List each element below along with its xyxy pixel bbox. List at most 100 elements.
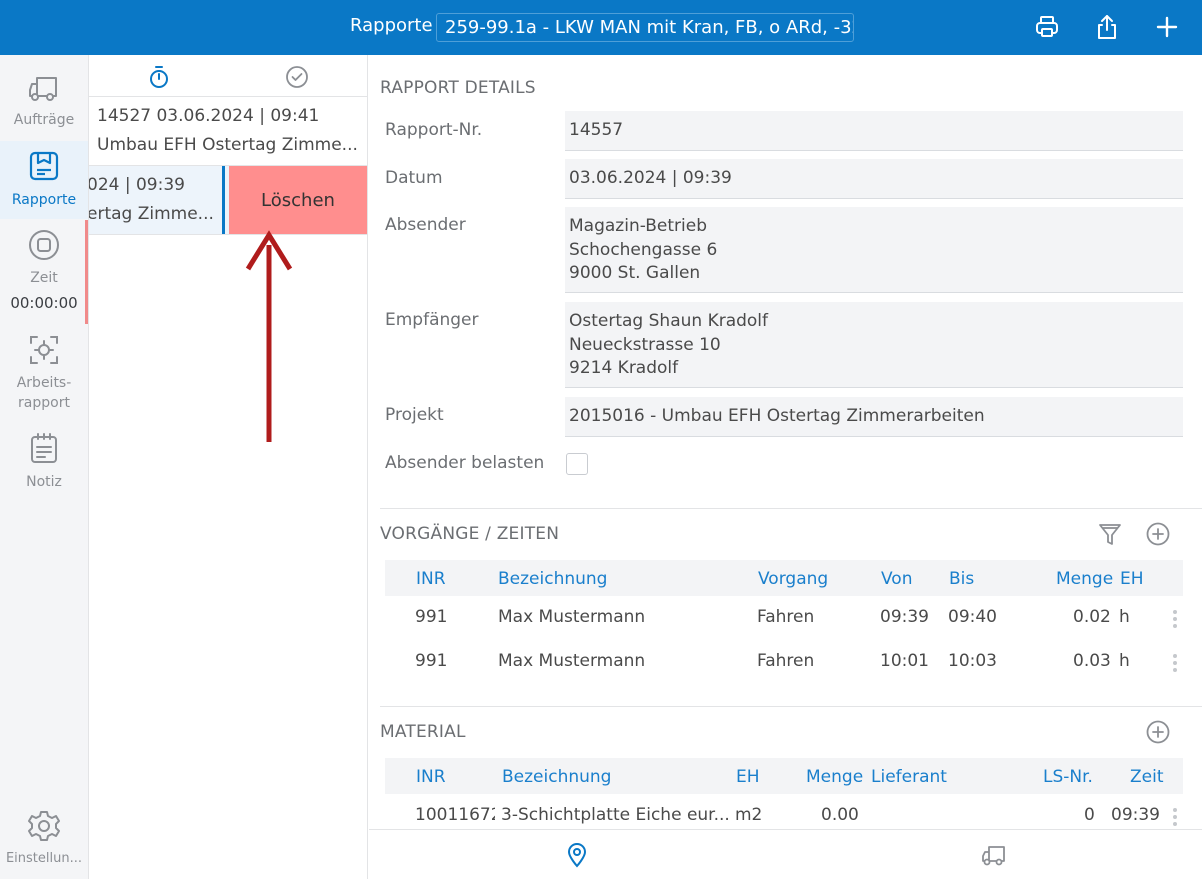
cell-bezeichnung: Max Mustermann [498, 607, 646, 627]
cell-eh: m2 [735, 805, 763, 825]
cell-eh: h [1119, 651, 1130, 671]
field-absender[interactable]: Magazin-Betrieb Schochengasse 6 9000 St.… [565, 207, 1183, 293]
row-menu-icon[interactable] [1173, 654, 1177, 675]
cell-vorgang: Fahren [757, 651, 815, 671]
truck-icon[interactable] [981, 842, 1007, 868]
table-header-material: INR Bezeichnung EH Menge Lieferant LS-Nr… [385, 758, 1183, 794]
table-row[interactable]: 991 Max Mustermann Fahren 09:39 09:40 0.… [385, 598, 1183, 642]
row-menu-icon[interactable] [1173, 808, 1177, 829]
table-header-vorgaenge: INR Bezeichnung Vorgang Von Bis Menge EH [385, 560, 1183, 596]
sidebar-item-einstellungen[interactable]: Einstellun... [0, 809, 88, 873]
list-item-number-date: 14527 03.06.2024 | 09:41 [97, 106, 320, 126]
add-circle-icon[interactable] [1145, 719, 1171, 745]
col-vorgang: Vorgang [758, 569, 829, 589]
sidebar-item-notiz[interactable]: Notiz [0, 431, 88, 495]
bottom-bar [369, 829, 1202, 879]
col-ls-nr: LS-Nr. [1043, 767, 1093, 787]
col-inr: INR [416, 569, 446, 589]
annotation-arrow [244, 227, 294, 442]
absender-line: 9000 St. Gallen [569, 263, 701, 283]
add-icon[interactable] [1154, 13, 1180, 41]
gear-icon [28, 811, 60, 841]
field-datum[interactable]: 03.06.2024 | 09:39 [565, 159, 1183, 199]
col-bezeichnung: Bezeichnung [502, 767, 612, 787]
cell-bis: 09:40 [948, 607, 997, 627]
cell-eh: h [1119, 607, 1130, 627]
list-item-project: Umbau EFH Ostertag Zimme... [97, 135, 358, 155]
cell-inr: 991 [415, 607, 448, 627]
stop-timer-icon [29, 230, 59, 260]
sidebar: Aufträge Rapporte Zeit 00:00:00 Arbeits-… [0, 55, 89, 879]
section-title-vorgaenge: VORGÄNGE / ZEITEN [380, 524, 560, 544]
stopwatch-tab-icon[interactable] [147, 65, 171, 89]
sidebar-item-zeit[interactable]: Zeit 00:00:00 [0, 229, 88, 319]
col-menge: Menge [1056, 569, 1114, 589]
truck-icon [29, 77, 57, 101]
check-circle-tab-icon[interactable] [285, 65, 309, 89]
cell-bezeichnung: Max Mustermann [498, 651, 646, 671]
col-eh: EH [1120, 569, 1144, 589]
add-circle-icon[interactable] [1145, 521, 1171, 547]
col-eh: EH [736, 767, 760, 787]
list-tabs [89, 55, 367, 97]
field-rapport-nr[interactable]: 14557 [565, 111, 1183, 151]
absender-line: Magazin-Betrieb [569, 216, 707, 236]
sidebar-item-rapporte[interactable]: Rapporte [0, 141, 88, 219]
table-row[interactable]: 10011672! 3-Schichtplatte Eiche eur... m… [385, 796, 1183, 829]
field-projekt[interactable]: 2015016 - Umbau EFH Ostertag Zimmerarbei… [565, 397, 1183, 437]
empfaenger-line: 9214 Kradolf [569, 358, 679, 378]
sidebar-item-arbeitsrapport[interactable]: Arbeits- rapport [0, 333, 88, 419]
print-icon[interactable] [1034, 13, 1060, 41]
sidebar-item-auftraege[interactable]: Aufträge [0, 71, 88, 141]
empfaenger-line: Neueckstrasse 10 [569, 334, 721, 355]
sidebar-label-arbeitsrapport: Arbeits- rapport [16, 375, 72, 411]
scan-target-icon [30, 336, 58, 364]
cell-menge: 0.03 [1073, 651, 1111, 671]
cell-von: 09:39 [880, 607, 929, 627]
list-item-project: ertag Zimme... [89, 204, 214, 224]
cell-vorgang: Fahren [757, 607, 815, 627]
section-title-material: MATERIAL [380, 722, 466, 742]
delete-button[interactable]: Löschen [229, 166, 367, 234]
app-header: Rapporte 259-99.1a - LKW MAN mit Kran, F… [0, 0, 1202, 55]
label-rapport-nr: Rapport-Nr. [385, 120, 483, 140]
divider [380, 508, 1202, 509]
cell-zeit: 09:39 [1111, 805, 1160, 825]
field-empfaenger[interactable]: Ostertag Shaun Kradolf Neueckstrasse 10 … [565, 302, 1183, 388]
cell-menge: 0.02 [1073, 607, 1111, 627]
list-item[interactable]: 14527 03.06.2024 | 09:41 Umbau EFH Oster… [89, 97, 367, 166]
col-bezeichnung: Bezeichnung [498, 569, 608, 589]
sidebar-label-zeit: Zeit [30, 270, 58, 286]
filter-icon[interactable] [1097, 521, 1123, 547]
row-menu-icon[interactable] [1173, 610, 1177, 631]
label-projekt: Projekt [385, 405, 444, 425]
absender-line: Schochengasse 6 [569, 239, 718, 260]
notepad-icon [31, 433, 57, 463]
col-menge: Menge [806, 767, 864, 787]
label-datum: Datum [385, 168, 443, 188]
sidebar-label-rapporte: Rapporte [11, 192, 77, 208]
timer-value: 00:00:00 [10, 294, 78, 312]
cell-bezeichnung: 3-Schichtplatte Eiche eur... [501, 805, 730, 825]
page-title: Rapporte [350, 15, 433, 36]
col-zeit: Zeit [1130, 767, 1164, 787]
table-row[interactable]: 991 Max Mustermann Fahren 10:01 10:03 0.… [385, 642, 1183, 686]
list-item-date: 024 | 09:39 [89, 175, 185, 195]
col-bis: Bis [949, 569, 975, 589]
location-pin-icon[interactable] [564, 842, 590, 868]
share-icon[interactable] [1094, 13, 1120, 41]
timer-indicator [85, 220, 88, 324]
report-icon [29, 151, 59, 181]
cell-bis: 10:03 [948, 651, 997, 671]
cell-von: 10:01 [880, 651, 929, 671]
cell-menge: 0.00 [821, 805, 859, 825]
absender-belasten-checkbox[interactable] [566, 453, 588, 475]
vehicle-selector[interactable]: 259-99.1a - LKW MAN mit Kran, FB, o ARd,… [436, 13, 854, 42]
cell-inr: 10011672! [415, 805, 495, 825]
label-absender: Absender [385, 215, 466, 235]
col-lieferant: Lieferant [871, 767, 947, 787]
list-item-swiped[interactable]: 024 | 09:39 ertag Zimme... Löschen [89, 166, 367, 235]
label-absender-belasten: Absender belasten [385, 453, 545, 473]
col-inr: INR [416, 767, 446, 787]
report-list: 14527 03.06.2024 | 09:41 Umbau EFH Oster… [89, 55, 368, 879]
